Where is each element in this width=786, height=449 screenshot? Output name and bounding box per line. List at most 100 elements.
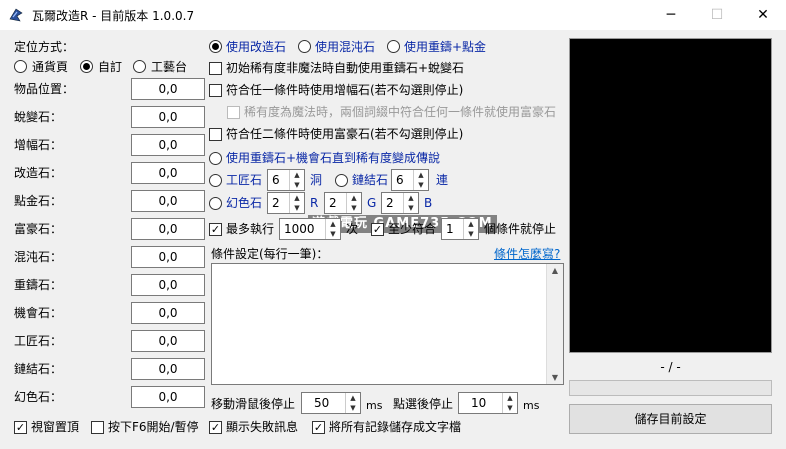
jeweller-radio[interactable] <box>209 174 222 187</box>
mode-radio-1[interactable] <box>80 60 93 73</box>
title-bar: 瓦爾改造R - 目前版本 1.0.0.7 ─ ☐ ✕ <box>0 0 786 30</box>
mode-label-2: 工藝台 <box>151 60 188 74</box>
chance-label: 使用重鑄石+機會石直到稀有度變成傳說 <box>226 151 441 165</box>
b-stepper[interactable]: 2 ▲ ▼ <box>381 192 419 214</box>
coordinate-input[interactable]: 0,0 <box>131 190 205 212</box>
chance-radio[interactable] <box>209 152 222 165</box>
up-arrow-icon[interactable]: ▲ <box>326 219 340 229</box>
regal-checkbox[interactable] <box>209 128 222 141</box>
fusing-value: 6 <box>396 173 404 187</box>
down-arrow-icon[interactable]: ▼ <box>404 203 418 213</box>
chromatic-radio[interactable] <box>209 197 222 210</box>
field-label: 重鑄石： <box>14 278 63 292</box>
coordinate-input[interactable]: 0,0 <box>131 78 205 100</box>
max-exec-label: 最多執行 <box>226 222 275 236</box>
up-arrow-icon[interactable]: ▲ <box>503 393 517 403</box>
coordinate-input[interactable]: 0,0 <box>131 162 205 184</box>
show-fail-label: 顯示失敗訊息 <box>226 420 299 434</box>
condition-textarea[interactable]: ▲ ▼ <box>211 263 564 385</box>
maximize-button[interactable]: ☐ <box>694 0 740 30</box>
up-arrow-icon[interactable]: ▲ <box>346 393 360 403</box>
field-label: 增幅石： <box>14 138 63 152</box>
match-checkbox[interactable]: ✓ <box>371 223 384 236</box>
field-label: 蛻變石： <box>14 110 63 124</box>
down-arrow-icon[interactable]: ▼ <box>503 403 517 413</box>
scroll-up-icon[interactable]: ▲ <box>547 266 563 275</box>
coordinate-input[interactable]: 0,0 <box>131 218 205 240</box>
down-arrow-icon[interactable]: ▼ <box>347 203 361 213</box>
match-label: 至少符合 <box>388 222 437 236</box>
close-button[interactable]: ✕ <box>740 0 786 30</box>
field-label: 工匠石： <box>14 334 63 348</box>
r-stepper[interactable]: 2 ▲ ▼ <box>267 192 305 214</box>
position-mode-label: 定位方式： <box>14 40 75 54</box>
use-radio-2[interactable] <box>387 40 400 53</box>
aug-label: 符合任一條件時使用增幅石(若不勾選則停止) <box>226 83 464 97</box>
g-stepper[interactable]: 2 ▲ ▼ <box>324 192 362 214</box>
scroll-down-icon[interactable]: ▼ <box>547 373 563 382</box>
condition-help-link[interactable]: 條件怎麼寫? <box>494 246 560 262</box>
r-value: 2 <box>272 196 280 210</box>
coordinate-input[interactable]: 0,0 <box>131 330 205 352</box>
jeweller-value: 6 <box>272 173 280 187</box>
up-arrow-icon[interactable]: ▲ <box>290 170 304 180</box>
always-on-top-checkbox[interactable]: ✓ <box>14 421 27 434</box>
aug-checkbox[interactable] <box>209 84 222 97</box>
coordinate-input[interactable]: 0,0 <box>131 134 205 156</box>
f6-toggle-checkbox[interactable] <box>91 421 104 434</box>
down-arrow-icon[interactable]: ▼ <box>346 403 360 413</box>
condition-scrollbar[interactable]: ▲ ▼ <box>546 264 563 384</box>
save-log-checkbox[interactable]: ✓ <box>312 421 325 434</box>
up-arrow-icon[interactable]: ▲ <box>414 170 428 180</box>
coordinate-input[interactable]: 0,0 <box>131 246 205 268</box>
coordinate-input[interactable]: 0,0 <box>131 386 205 408</box>
fusing-label: 鏈結石 <box>352 173 389 187</box>
field-label: 物品位置： <box>14 82 75 96</box>
status-text: - / - <box>660 360 681 374</box>
down-arrow-icon[interactable]: ▼ <box>290 180 304 190</box>
show-fail-checkbox[interactable]: ✓ <box>209 421 222 434</box>
stop-move-label: 移動滑鼠後停止 <box>211 397 296 411</box>
jeweller-stepper[interactable]: 6 ▲ ▼ <box>267 169 305 191</box>
progress-bar <box>569 380 772 396</box>
up-arrow-icon[interactable]: ▲ <box>347 193 361 203</box>
stop-move-stepper[interactable]: 50 ▲ ▼ <box>301 392 361 414</box>
g-label: G <box>367 196 377 210</box>
save-settings-button[interactable]: 儲存目前設定 <box>569 404 772 434</box>
fusing-stepper[interactable]: 6 ▲ ▼ <box>391 169 429 191</box>
coordinate-input[interactable]: 0,0 <box>131 274 205 296</box>
rare-sub-checkbox[interactable] <box>227 106 240 119</box>
up-arrow-icon[interactable]: ▲ <box>290 193 304 203</box>
coordinate-input[interactable]: 0,0 <box>131 106 205 128</box>
fusing-radio[interactable] <box>335 174 348 187</box>
auto-scour-checkbox[interactable] <box>209 62 222 75</box>
up-arrow-icon[interactable]: ▲ <box>464 219 478 229</box>
use-radio-0[interactable] <box>209 40 222 53</box>
coordinate-input[interactable]: 0,0 <box>131 358 205 380</box>
field-label: 富豪石： <box>14 222 63 236</box>
down-arrow-icon[interactable]: ▼ <box>290 203 304 213</box>
condition-label: 條件設定(每行一筆)： <box>211 247 329 261</box>
max-exec-checkbox[interactable]: ✓ <box>209 223 222 236</box>
down-arrow-icon[interactable]: ▼ <box>464 229 478 239</box>
use-label-1: 使用混沌石 <box>315 40 376 54</box>
stop-click-stepper[interactable]: 10 ▲ ▼ <box>458 392 518 414</box>
use-radio-1[interactable] <box>298 40 311 53</box>
f6-toggle-label: 按下F6開始/暫停 <box>108 420 199 434</box>
minimize-button[interactable]: ─ <box>648 0 694 30</box>
coordinate-input[interactable]: 0,0 <box>131 302 205 324</box>
down-arrow-icon[interactable]: ▼ <box>326 229 340 239</box>
max-exec-stepper[interactable]: 1000 ▲ ▼ <box>279 218 341 240</box>
up-arrow-icon[interactable]: ▲ <box>404 193 418 203</box>
always-on-top-label: 視窗置頂 <box>31 420 80 434</box>
mode-radio-0[interactable] <box>14 60 27 73</box>
jeweller-label: 工匠石 <box>226 173 263 187</box>
use-mode-group: 使用改造石 使用混沌石 使用重鑄+點金 <box>209 38 569 56</box>
match-value: 1 <box>446 222 454 236</box>
window-title: 瓦爾改造R - 目前版本 1.0.0.7 <box>32 9 195 23</box>
match-stepper[interactable]: 1 ▲ ▼ <box>441 218 479 240</box>
mode-radio-2[interactable] <box>133 60 146 73</box>
auto-scour-label: 初始稀有度非魔法時自動使用重鑄石+蛻變石 <box>226 61 465 75</box>
down-arrow-icon[interactable]: ▼ <box>414 180 428 190</box>
field-label: 改造石： <box>14 166 63 180</box>
